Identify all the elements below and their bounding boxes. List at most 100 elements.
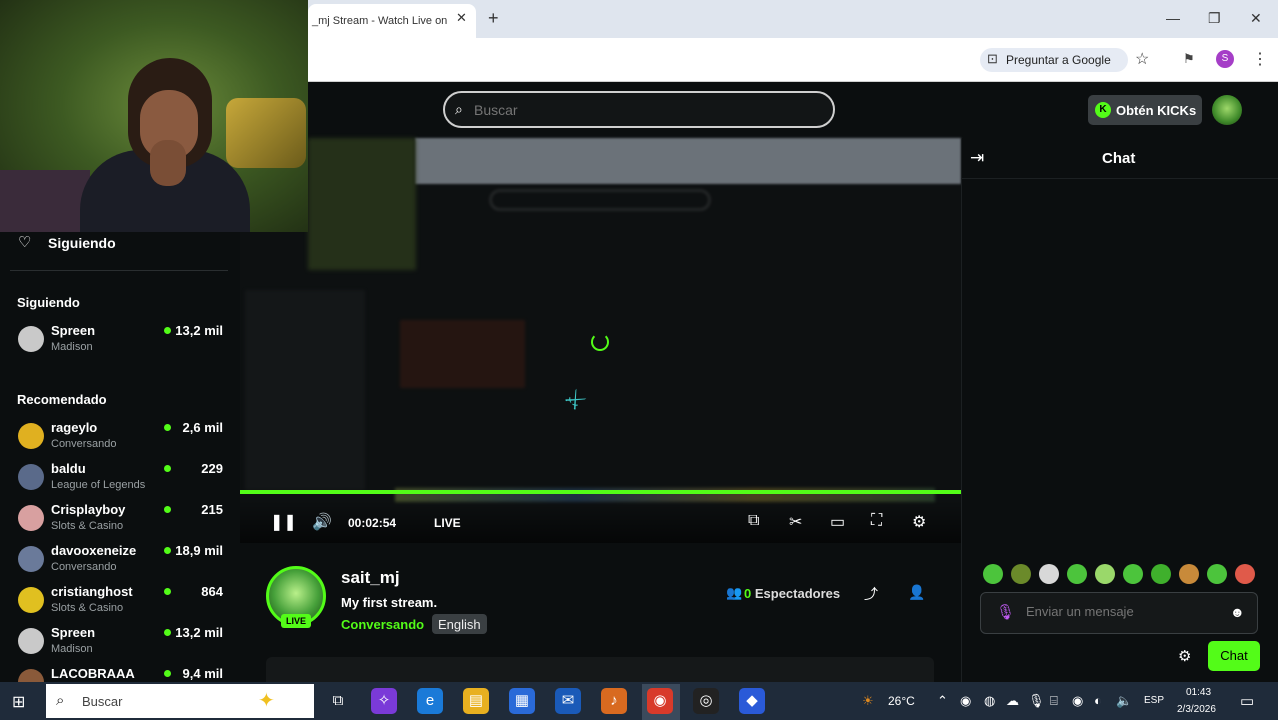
tray-chevron-icon[interactable]: ⌃ xyxy=(937,693,948,709)
channel-name: Crisplayboy xyxy=(51,502,126,517)
microphone-icon[interactable]: 🎙 xyxy=(996,603,1015,621)
tab-title: _mj Stream - Watch Live on xyxy=(312,15,448,27)
share-icon[interactable]: ⤴ xyxy=(864,584,878,604)
webcam-overlay xyxy=(0,0,308,232)
streamer-name[interactable]: sait_mj xyxy=(341,568,400,588)
obs-icon[interactable]: ◎ xyxy=(693,688,719,714)
channel-name: rageylo xyxy=(51,420,98,435)
channel-row[interactable]: rageylo Conversando 2,6 mil xyxy=(10,419,230,455)
collapse-chat-icon[interactable]: ⇥ xyxy=(970,148,984,168)
channel-category: League of Legends xyxy=(51,479,146,491)
task-view-icon[interactable]: ⧉ xyxy=(325,688,351,714)
tray-app-icon[interactable]: ◐ xyxy=(1094,693,1102,708)
live-label[interactable]: LIVE xyxy=(434,516,461,530)
settings-gear-icon[interactable]: ⚙ xyxy=(912,512,926,532)
channel-avatar xyxy=(18,464,44,490)
copilot-icon[interactable]: ✧ xyxy=(371,688,397,714)
fl-studio-icon[interactable]: ♪ xyxy=(601,688,627,714)
kicks-coin-icon: K xyxy=(1095,102,1111,118)
network-icon[interactable]: ⌸ xyxy=(1050,693,1058,709)
language-tag[interactable]: English xyxy=(432,614,487,634)
following-section-title: Siguiendo xyxy=(17,295,80,310)
video-content-webcam xyxy=(308,138,416,270)
chat-settings-icon[interactable]: ⚙ xyxy=(1178,647,1191,665)
user-avatar[interactable] xyxy=(1212,95,1242,125)
address-bar[interactable] xyxy=(308,38,1278,82)
tray-app-icon[interactable]: ◍ xyxy=(984,693,995,709)
chat-title: Chat xyxy=(1102,150,1136,167)
elapsed-time: 00:02:54 xyxy=(348,516,397,530)
volume-icon[interactable]: 🔈 xyxy=(1116,693,1132,709)
windows-start-icon[interactable]: ⊞ xyxy=(12,692,25,712)
ask-google-button[interactable]: Preguntar a Google xyxy=(980,48,1128,72)
language-indicator[interactable]: ESP xyxy=(1144,695,1164,706)
edge-icon[interactable]: e xyxy=(417,688,443,714)
video-content-sidebar xyxy=(245,290,365,490)
temperature[interactable]: 26°C xyxy=(888,694,915,708)
cloud-icon[interactable]: ☁ xyxy=(1006,693,1019,709)
browser-tab[interactable]: _mj Stream - Watch Live on xyxy=(308,4,476,38)
app-icon[interactable]: ◆ xyxy=(739,688,765,714)
emote-icon[interactable] xyxy=(983,564,1003,584)
emote-icon[interactable] xyxy=(1235,564,1255,584)
search-input[interactable] xyxy=(474,102,814,118)
viewer-count: 0 Espectadores xyxy=(744,586,840,601)
miniplayer-icon[interactable]: ⧉ xyxy=(748,512,759,530)
channel-viewers: 229 xyxy=(201,461,223,476)
search-icon: ⌕ xyxy=(56,692,65,709)
follow-user-icon[interactable]: 👤 xyxy=(908,584,925,601)
channel-row[interactable]: davooxeneize Conversando 18,9 mil xyxy=(10,542,230,578)
channel-row[interactable]: cristianghost Slots & Casino 864 xyxy=(10,583,230,619)
tray-app-icon[interactable]: ◉ xyxy=(1072,693,1083,709)
tray-app-icon[interactable]: ◉ xyxy=(960,693,971,709)
stream-title: My first stream. xyxy=(341,595,438,610)
minimize-icon[interactable]: — xyxy=(1166,10,1180,26)
bookmark-star-icon[interactable]: ☆ xyxy=(1135,49,1149,69)
emote-icon[interactable] xyxy=(1179,564,1199,584)
stream-category[interactable]: Conversando xyxy=(341,617,424,632)
about-panel xyxy=(266,657,934,682)
clock-time[interactable]: 01:43 xyxy=(1186,687,1211,698)
extensions-icon[interactable]: ⚑ xyxy=(1183,51,1195,67)
clock-date[interactable]: 2/3/2026 xyxy=(1177,704,1216,715)
emote-icon[interactable] xyxy=(1067,564,1087,584)
store-icon[interactable]: ▦ xyxy=(509,688,535,714)
weather-icon[interactable]: ☀ xyxy=(862,693,874,709)
close-window-icon[interactable]: ✕ xyxy=(1250,10,1262,27)
video-content-search xyxy=(490,190,710,210)
emote-icon[interactable] xyxy=(1151,564,1171,584)
emote-icon[interactable] xyxy=(1095,564,1115,584)
sidebar-item-following[interactable]: Siguiendo xyxy=(48,235,116,251)
channel-row[interactable]: Spreen Madison 13,2 mil xyxy=(10,624,230,660)
file-explorer-icon[interactable]: ▤ xyxy=(463,688,489,714)
notifications-icon[interactable]: ▭ xyxy=(1240,692,1254,710)
channel-row[interactable]: baldu League of Legends 229 xyxy=(10,460,230,496)
tab-close-icon[interactable]: ✕ xyxy=(456,10,467,26)
tray-mic-icon[interactable]: 🎙 xyxy=(1028,693,1045,709)
progress-bar[interactable] xyxy=(240,490,961,494)
channel-avatar xyxy=(18,423,44,449)
mail-icon[interactable]: ✉ xyxy=(555,688,581,714)
browser-menu-icon[interactable]: ⋮ xyxy=(1252,49,1268,69)
chrome-icon[interactable]: ◉ xyxy=(647,688,673,714)
emote-icon[interactable] xyxy=(1011,564,1031,584)
channel-row[interactable]: Crisplayboy Slots & Casino 215 xyxy=(10,501,230,537)
emote-icon[interactable] xyxy=(1039,564,1059,584)
emote-icon[interactable] xyxy=(1207,564,1227,584)
pause-icon[interactable]: ❚❚ xyxy=(270,512,297,532)
chat-message-input[interactable] xyxy=(1026,604,1216,619)
fullscreen-icon[interactable]: ⛶ xyxy=(871,512,882,530)
channel-name: davooxeneize xyxy=(51,543,137,558)
theater-mode-icon[interactable]: ▭ xyxy=(830,512,845,532)
channel-row[interactable]: Spreen Madison 13,2 mil xyxy=(10,322,230,358)
channel-name: Spreen xyxy=(51,323,96,338)
emote-icon[interactable] xyxy=(1123,564,1143,584)
profile-avatar[interactable]: S xyxy=(1216,50,1234,68)
emoji-icon[interactable]: ☻ xyxy=(1230,604,1245,620)
new-tab-icon[interactable]: + xyxy=(488,8,499,29)
restore-icon[interactable]: ❐ xyxy=(1208,10,1221,27)
volume-icon[interactable]: 🔊 xyxy=(312,512,332,532)
channel-name: cristianghost xyxy=(51,584,133,599)
chat-send-button[interactable]: Chat xyxy=(1208,641,1260,671)
clip-icon[interactable]: ✂ xyxy=(789,512,802,532)
